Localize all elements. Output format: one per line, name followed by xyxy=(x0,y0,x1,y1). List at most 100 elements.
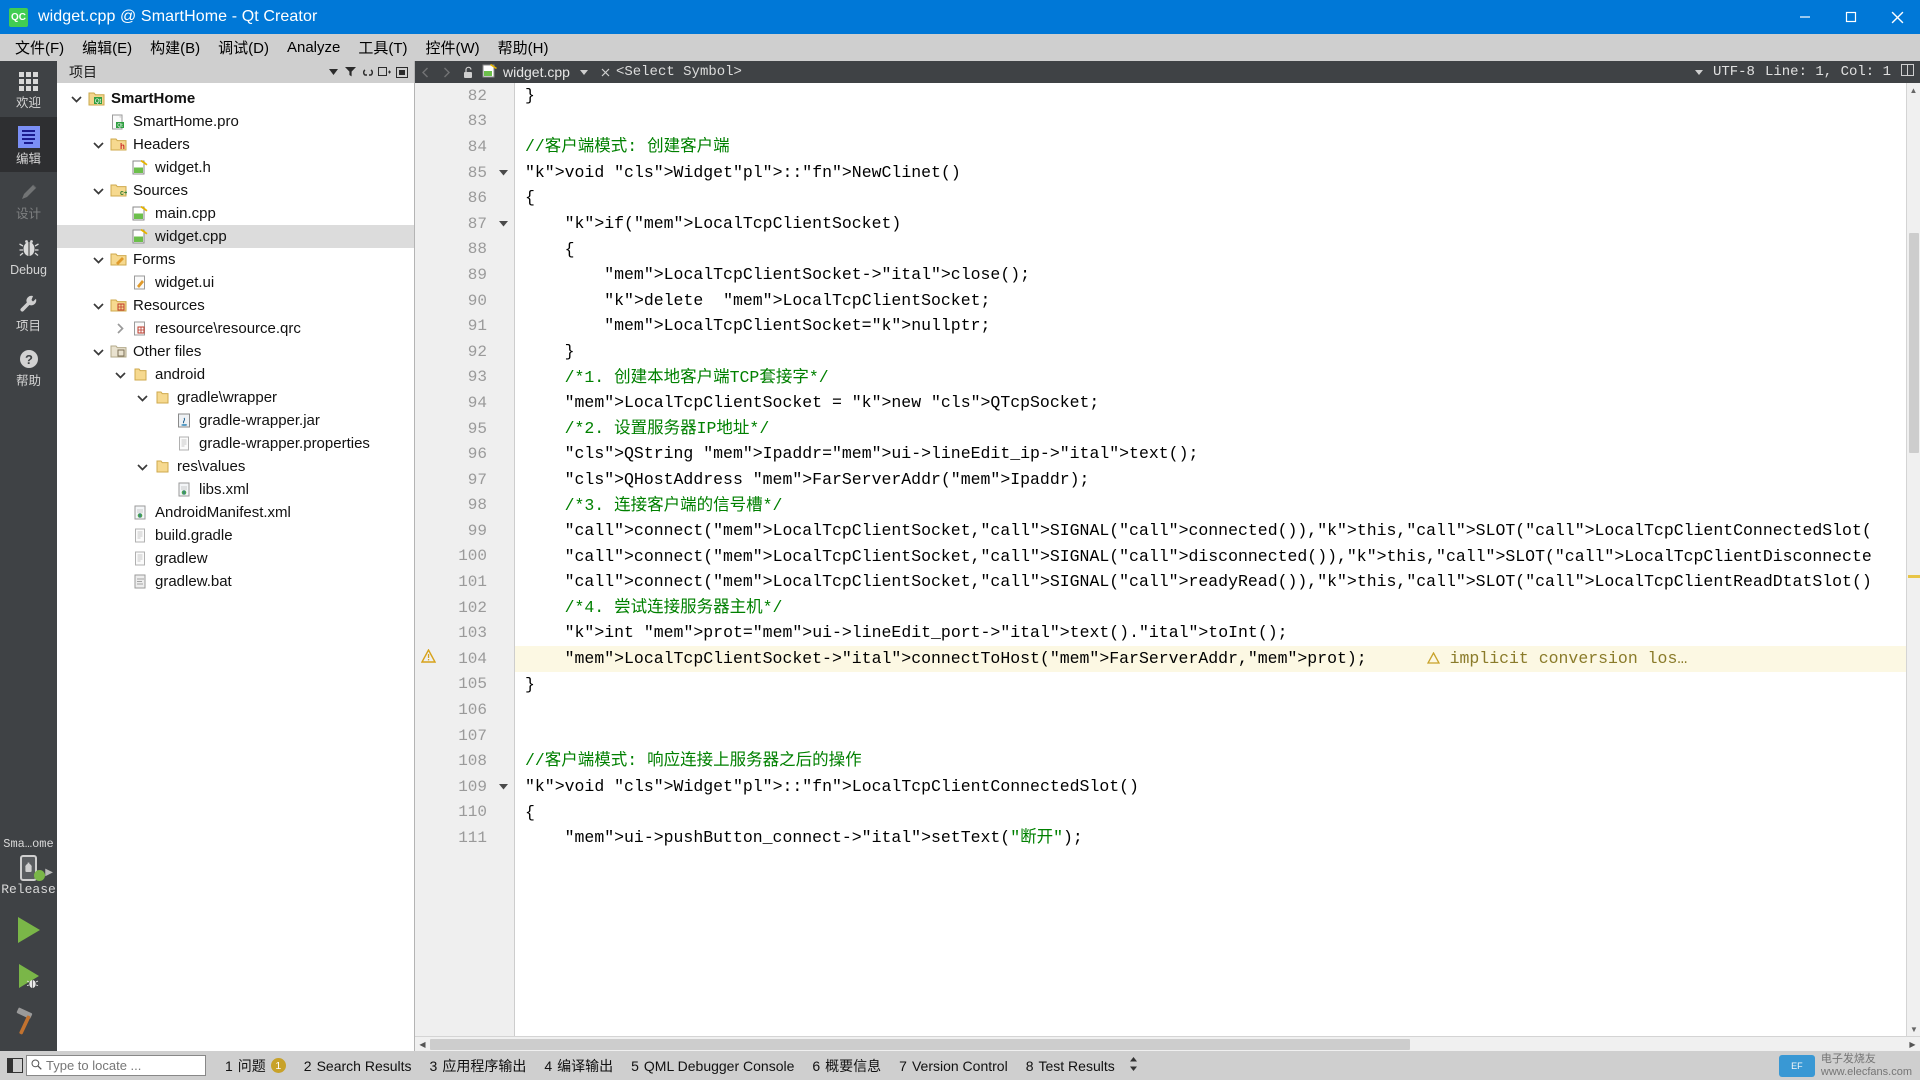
code-line[interactable]: /*2. 设置服务器IP地址*/ xyxy=(515,416,1906,442)
fold-column[interactable] xyxy=(493,83,515,1036)
mode-debug[interactable]: Debug xyxy=(0,228,57,284)
code-line[interactable]: "mem">LocalTcpClientSocket->"ital">conne… xyxy=(515,646,1906,672)
unlock-icon[interactable] xyxy=(457,61,478,83)
output-pane-application-output[interactable]: 3 应用程序输出 xyxy=(421,1054,536,1077)
code-line[interactable] xyxy=(515,697,1906,723)
tree-item-res-values[interactable]: res\values xyxy=(57,455,414,478)
kit-device-selector[interactable]: ▶ xyxy=(0,855,57,881)
symbol-selector[interactable]: <Select Symbol> xyxy=(616,64,742,80)
cursor-position-label[interactable]: Line: 1, Col: 1 xyxy=(1765,64,1891,80)
chevron-down-icon[interactable] xyxy=(87,348,109,356)
output-pane-general-messages[interactable]: 6 概要信息 xyxy=(803,1054,890,1077)
maximize-button[interactable] xyxy=(1828,0,1874,34)
code-line[interactable]: "mem">LocalTcpClientSocket="k">nullptr; xyxy=(515,313,1906,339)
fold-toggle-icon[interactable] xyxy=(493,160,514,186)
code-line[interactable]: //客户端模式: 创建客户端 xyxy=(515,134,1906,160)
tree-item-widget-h[interactable]: widget.h xyxy=(57,156,414,179)
mode-design[interactable]: 设计 xyxy=(0,172,57,228)
scroll-down-arrow-icon[interactable]: ▼ xyxy=(1907,1022,1920,1036)
close-pane-icon[interactable] xyxy=(393,63,410,81)
project-dropdown-icon[interactable] xyxy=(325,63,342,81)
mode-edit[interactable]: 编辑 xyxy=(0,116,57,173)
code-text-area[interactable]: } //客户端模式: 创建客户端 "k">void "cls">Widget"pl"… xyxy=(515,83,1906,1036)
filter-icon[interactable] xyxy=(342,63,359,81)
tree-item-gradle-wrapper-properties[interactable]: gradle-wrapper.properties xyxy=(57,432,414,455)
output-pane-nav-arrows-icon[interactable] xyxy=(1128,1056,1139,1075)
code-line[interactable]: //客户端模式: 响应连接上服务器之后的操作 xyxy=(515,748,1906,774)
tree-item-widget-cpp[interactable]: widget.cpp xyxy=(57,225,414,248)
tree-item-smarthome-pro[interactable]: Qt SmartHome.pro xyxy=(57,110,414,133)
tree-item-sources[interactable]: c+ Sources xyxy=(57,179,414,202)
chevron-down-icon[interactable] xyxy=(65,95,87,103)
chevron-right-icon[interactable] xyxy=(109,323,131,334)
tree-item-gradlew[interactable]: gradlew xyxy=(57,547,414,570)
code-line[interactable]: "call">connect("mem">LocalTcpClientSocke… xyxy=(515,544,1906,570)
hscroll-track[interactable] xyxy=(430,1037,1905,1052)
tree-item-resource-resource-qrc[interactable]: resource\resource.qrc xyxy=(57,317,414,340)
output-pane-test-results[interactable]: 8 Test Results xyxy=(1017,1054,1124,1077)
code-line[interactable]: "cls">QString "mem">Ipaddr="mem">ui->lin… xyxy=(515,441,1906,467)
forward-arrow-icon[interactable] xyxy=(436,61,457,83)
back-arrow-icon[interactable] xyxy=(415,61,436,83)
encoding-label[interactable]: UTF-8 xyxy=(1713,64,1755,80)
fold-toggle-icon[interactable] xyxy=(493,774,514,800)
file-tab-dropdown-icon[interactable] xyxy=(574,61,595,83)
split-icon[interactable] xyxy=(376,63,393,81)
tree-item-headers[interactable]: h Headers xyxy=(57,133,414,156)
code-line[interactable] xyxy=(515,109,1906,135)
tree-item-forms[interactable]: Forms xyxy=(57,248,414,271)
chevron-down-icon[interactable] xyxy=(109,371,131,379)
code-line[interactable]: { xyxy=(515,800,1906,826)
close-document-icon[interactable] xyxy=(595,61,616,83)
debug-button[interactable] xyxy=(0,953,57,999)
menu-help[interactable]: 帮助(H) xyxy=(489,34,558,61)
code-line[interactable]: "k">void "cls">Widget"pl">::"fn">LocalTc… xyxy=(515,774,1906,800)
code-line[interactable]: "mem">LocalTcpClientSocket->"ital">close… xyxy=(515,262,1906,288)
menu-analyze[interactable]: Analyze xyxy=(278,36,349,59)
code-line[interactable]: "mem">LocalTcpClientSocket = "k">new "cl… xyxy=(515,390,1906,416)
code-editor[interactable]: 82 83 84 85 86 87 88 89 90 91 92 93 94 95 96 97 98 99 100 1… xyxy=(415,83,1920,1036)
menu-debug[interactable]: 调试(D) xyxy=(209,34,278,61)
tree-item-gradle-wrapper[interactable]: gradle\wrapper xyxy=(57,386,414,409)
tree-item-smarthome[interactable]: Qt SmartHome xyxy=(57,87,414,110)
chevron-down-icon[interactable] xyxy=(131,463,153,471)
menu-build[interactable]: 构建(B) xyxy=(141,34,209,61)
mode-projects[interactable]: 项目 xyxy=(0,284,57,340)
menu-tools[interactable]: 工具(T) xyxy=(349,34,416,61)
tree-item-androidmanifest-xml[interactable]: AndroidManifest.xml xyxy=(57,501,414,524)
run-button[interactable] xyxy=(0,907,57,953)
code-line[interactable]: "call">connect("mem">LocalTcpClientSocke… xyxy=(515,569,1906,595)
output-pane-qml-debugger-console[interactable]: 5 QML Debugger Console xyxy=(622,1054,803,1077)
scrollbar-thumb[interactable] xyxy=(1909,233,1919,453)
code-line[interactable]: /*4. 尝试连接服务器主机*/ xyxy=(515,595,1906,621)
output-pane-issues[interactable]: 1 问题 1 xyxy=(216,1054,295,1077)
code-line[interactable]: "call">connect("mem">LocalTcpClientSocke… xyxy=(515,518,1906,544)
code-line[interactable]: "mem">ui->pushButton_connect->"ital">set… xyxy=(515,825,1906,851)
tree-item-gradlew-bat[interactable]: gradlew.bat xyxy=(57,570,414,593)
code-line[interactable]: "k">delete "mem">LocalTcpClientSocket; xyxy=(515,288,1906,314)
chevron-down-icon[interactable] xyxy=(87,141,109,149)
editor-horizontal-scrollbar[interactable]: ◀ ▶ xyxy=(415,1036,1920,1051)
chevron-down-icon[interactable] xyxy=(131,394,153,402)
tree-item-build-gradle[interactable]: build.gradle xyxy=(57,524,414,547)
chevron-down-icon[interactable] xyxy=(87,187,109,195)
menu-file[interactable]: 文件(F) xyxy=(6,34,73,61)
hscroll-thumb[interactable] xyxy=(430,1038,1410,1050)
scroll-right-arrow-icon[interactable]: ▶ xyxy=(1905,1037,1920,1052)
tree-item-other-files[interactable]: Other files xyxy=(57,340,414,363)
build-button[interactable] xyxy=(0,999,57,1045)
scroll-left-arrow-icon[interactable]: ◀ xyxy=(415,1037,430,1052)
menu-edit[interactable]: 编辑(E) xyxy=(73,34,141,61)
code-line[interactable]: } xyxy=(515,83,1906,109)
locator-input[interactable]: Type to locate ... xyxy=(26,1055,206,1076)
code-line[interactable]: /*3. 连接客户端的信号槽*/ xyxy=(515,493,1906,519)
code-line[interactable]: "k">if("mem">LocalTcpClientSocket) xyxy=(515,211,1906,237)
close-button[interactable] xyxy=(1874,0,1920,34)
code-line[interactable]: } xyxy=(515,339,1906,365)
code-line[interactable]: "k">int "mem">prot="mem">ui->lineEdit_po… xyxy=(515,620,1906,646)
symbol-dropdown-icon[interactable] xyxy=(1694,64,1703,80)
tree-item-main-cpp[interactable]: main.cpp xyxy=(57,202,414,225)
mode-welcome[interactable]: 欢迎 xyxy=(0,61,57,117)
code-line[interactable]: { xyxy=(515,185,1906,211)
output-pane-compile-output[interactable]: 4 编译输出 xyxy=(535,1054,622,1077)
